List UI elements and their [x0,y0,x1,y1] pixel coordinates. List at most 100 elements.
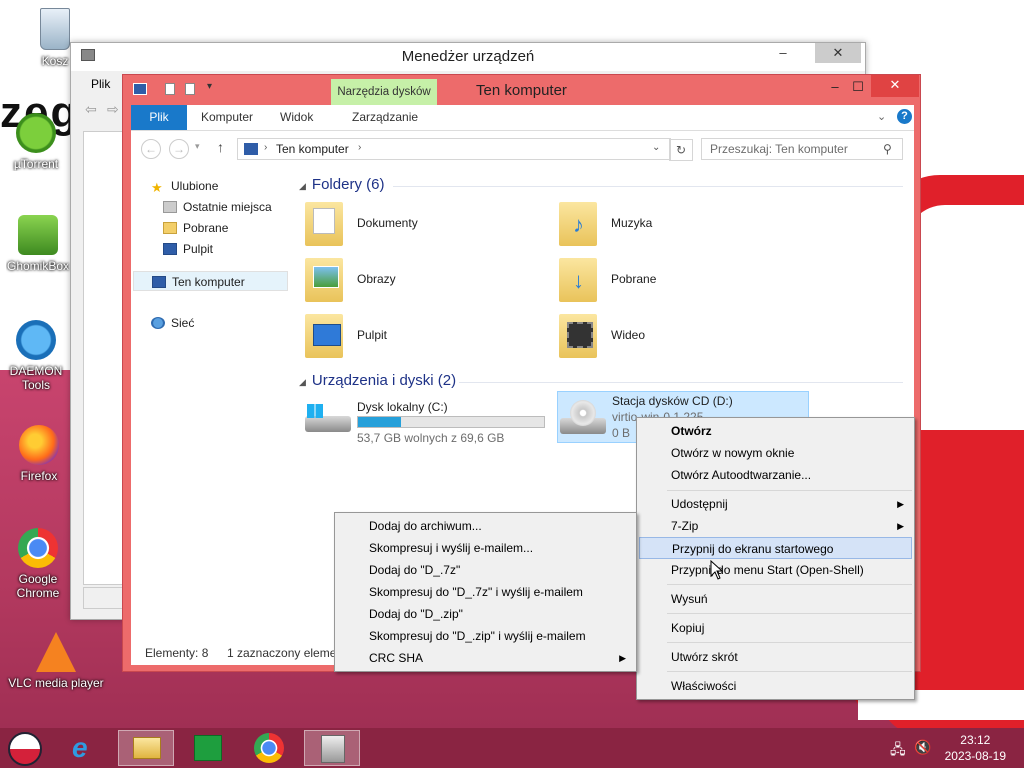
start-button[interactable] [0,730,52,766]
breadcrumb-separator-icon: › [264,142,268,153]
drive-c[interactable]: Dysk lokalny (C:) 53,7 GB wolnych z 69,6… [305,396,553,448]
folder-pictures[interactable]: Obrazy [305,256,545,308]
menu-item-create-shortcut[interactable]: Utwórz skrót [639,646,912,668]
menu-separator [667,642,912,643]
desktop-icon-utorrent[interactable]: µTorrent [6,113,66,171]
menu-item-add-to-archive[interactable]: Dodaj do archiwum... [337,515,634,537]
menu-item-open-autoplay[interactable]: Otwórz Autoodtwarzanie... [639,464,912,486]
taskbar-file-explorer[interactable] [118,730,174,766]
nav-item-network[interactable]: Sieć [151,313,194,333]
menu-item-add-to-7z[interactable]: Dodaj do "D_.7z" [337,559,634,581]
mouse-cursor-icon [710,560,724,580]
folder-music[interactable]: ♪ Muzyka [559,200,799,252]
navigation-pane: ★ Ulubione Ostatnie miejsca Pobrane Pulpi… [131,166,291,641]
menu-separator [667,584,912,585]
search-icon[interactable]: ⚲ [883,142,892,156]
desktop-icon-chomikbox[interactable]: GhomikBox [6,215,70,273]
utorrent-icon [16,113,56,153]
menu-item-compress-7z-email[interactable]: Skompresuj do "D_.7z" i wyślij e-mailem [337,581,634,603]
menu-item-eject[interactable]: Wysuń [639,588,912,610]
videos-folder-icon [559,314,597,358]
computer-icon [152,276,166,288]
search-input[interactable]: Przeszukaj: Ten komputer [701,138,903,160]
desktop-icon-firefox[interactable]: Firefox [8,425,70,483]
breadcrumb-this-pc[interactable]: Ten komputer [276,142,349,156]
tab-manage[interactable]: Zarządzanie [352,105,418,130]
tab-computer[interactable]: Komputer [201,105,253,130]
menu-item-compress-and-email[interactable]: Skompresuj i wyślij e-mailem... [337,537,634,559]
forward-arrow-icon[interactable]: ⇨ [107,101,119,118]
up-button[interactable]: ↑ [217,139,224,155]
network-tray-icon[interactable]: 🖧 [890,739,906,763]
menu-item-crc-sha[interactable]: CRC SHA ▶ [337,647,634,669]
nav-item-favorites[interactable]: ★ Ulubione [151,176,218,196]
back-arrow-icon[interactable]: ⇦ [85,101,97,118]
taskbar-chrome[interactable] [240,730,296,766]
menu-item-open-new-window[interactable]: Otwórz w nowym oknie [639,442,912,464]
status-item-count: Elementy: 8 [145,646,209,660]
help-icon[interactable]: ? [897,109,912,124]
folder-documents[interactable]: Dokumenty [305,200,545,252]
taskbar-internet-explorer[interactable]: e [60,730,116,766]
group-header-folders[interactable]: ◢ Foldery (6) [299,176,384,193]
menu-item-copy[interactable]: Kopiuj [639,617,912,639]
menu-separator [667,671,912,672]
nav-item-desktop[interactable]: Pulpit [163,239,213,259]
chrome-icon [18,528,58,568]
menu-item-add-to-zip[interactable]: Dodaj do "D_.zip" [337,603,634,625]
tab-view[interactable]: Widok [280,105,313,130]
pictures-folder-icon [305,258,343,302]
group-divider [393,186,903,187]
desktop-icon-daemon-tools[interactable]: DAEMON Tools [2,320,70,392]
nav-item-downloads[interactable]: Pobrane [163,218,228,238]
tab-file[interactable]: Plik [131,105,187,130]
menu-item-compress-zip-email[interactable]: Skompresuj do "D_.zip" i wyślij e-mailem [337,625,634,647]
taskbar-device-manager[interactable] [304,730,360,766]
nav-item-recent-places[interactable]: Ostatnie miejsca [163,197,272,217]
collapse-icon: ◢ [299,377,306,387]
folder-desktop[interactable]: Pulpit [305,312,545,364]
forward-button[interactable]: → [169,139,189,159]
device-manager-icon [321,735,345,763]
breadcrumb-separator-icon: › [358,142,362,153]
drive-c-free-space: 53,7 GB wolnych z 69,6 GB [357,431,505,445]
volume-muted-icon[interactable]: 🔇 [914,739,931,756]
menu-item-pin-to-start-screen[interactable]: Przypnij do ekranu startowego [639,537,912,559]
desktop-icon-chrome[interactable]: Google Chrome [6,528,70,600]
menu-item-pin-to-open-shell[interactable]: Przypnij do menu Start (Open-Shell) [639,559,912,581]
recent-places-icon [163,201,177,213]
minimize-button[interactable]: – [761,43,805,63]
context-menu-drive: Otwórz Otwórz w nowym oknie Otwórz Autoo… [636,417,915,700]
recycle-bin-icon [40,8,70,50]
computer-icon [244,143,258,155]
desktop-icon-vlc[interactable]: VLC media player [8,632,104,690]
refresh-button[interactable]: ↻ [669,139,693,161]
recent-locations-icon[interactable]: ▾ [195,141,200,152]
menu-item-share[interactable]: Udostępnij ▶ [639,493,912,515]
device-tree[interactable] [83,131,123,585]
menu-item-7zip[interactable]: 7-Zip ▶ [639,515,912,537]
menu-file[interactable]: Plik [91,77,110,91]
group-header-devices[interactable]: ◢ Urządzenia i dyski (2) [299,372,456,389]
nav-item-this-pc[interactable]: Ten komputer [133,271,288,291]
close-button[interactable]: ✕ [815,43,861,63]
address-dropdown-icon[interactable]: ⌄ [652,142,660,153]
ribbon-expand-icon[interactable]: ⌄ [877,110,886,123]
network-icon [151,317,165,329]
music-folder-icon: ♪ [559,202,597,246]
back-button[interactable]: ← [141,139,161,159]
clock[interactable]: 23:12 2023-08-19 [945,732,1006,764]
folder-downloads[interactable]: ↓ Pobrane [559,256,799,308]
taskbar-store[interactable] [180,730,236,766]
menu-item-open[interactable]: Otwórz [639,420,912,442]
clock-time: 23:12 [960,733,991,747]
chrome-icon [254,733,284,763]
menu-item-properties[interactable]: Właściwości [639,675,912,697]
menu-separator [667,613,912,614]
close-button[interactable]: ✕ [871,75,919,97]
folder-videos[interactable]: Wideo [559,312,799,364]
address-field[interactable]: › Ten komputer › ⌄ [237,138,671,160]
internet-explorer-icon: e [72,732,88,763]
star-icon: ★ [151,180,163,195]
submenu-arrow-icon: ▶ [897,499,904,509]
